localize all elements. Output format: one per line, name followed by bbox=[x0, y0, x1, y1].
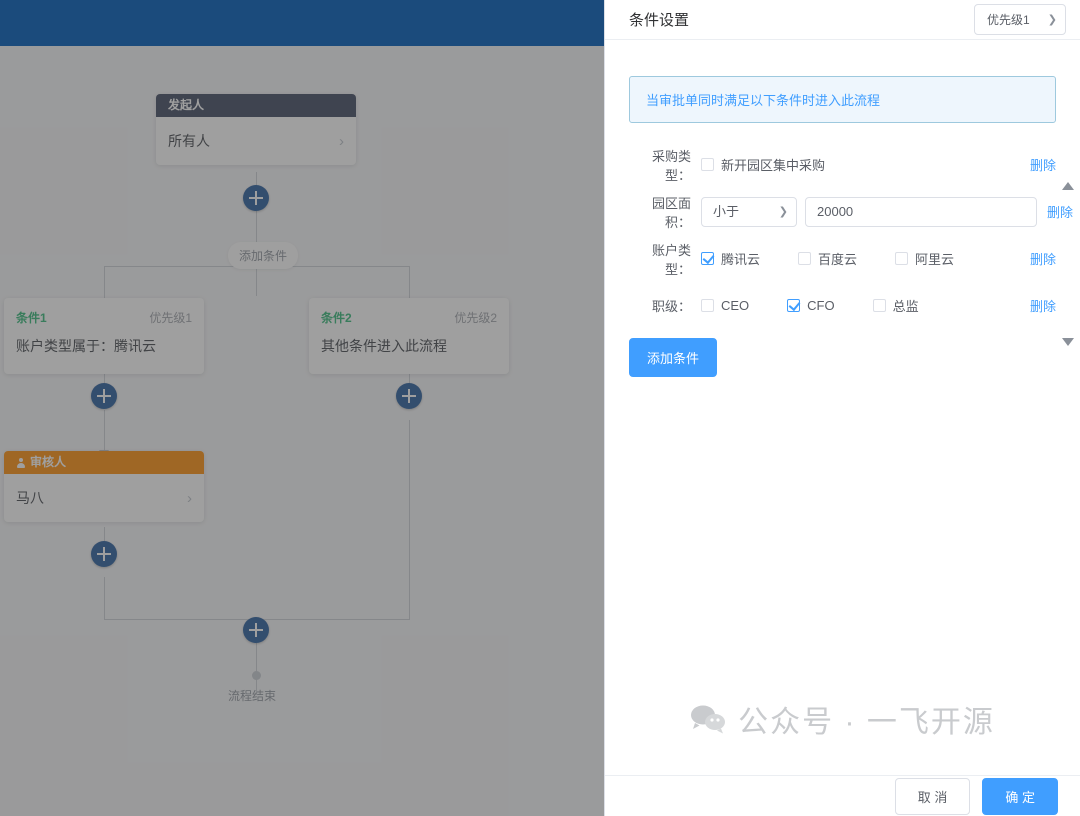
checkbox-item-baidu-cloud[interactable]: 百度云 bbox=[798, 249, 857, 268]
checkbox-label: 腾讯云 bbox=[721, 249, 760, 268]
checkbox-box[interactable] bbox=[787, 299, 800, 312]
drawer-title: 条件设置 bbox=[629, 9, 689, 30]
row-fields: 腾讯云 百度云 阿里云 bbox=[701, 249, 1020, 268]
checkbox-label: CEO bbox=[721, 298, 749, 313]
condition-row-job-level: 职级： CEO CFO 总监 bbox=[629, 282, 1056, 329]
drawer-footer: 取 消 确 定 bbox=[605, 775, 1080, 816]
checkbox-label: 总监 bbox=[893, 296, 919, 315]
delete-row-link[interactable]: 删除 bbox=[1030, 155, 1056, 174]
checkbox-item-new-park-purchase[interactable]: 新开园区集中采购 bbox=[701, 155, 825, 174]
checkbox-box[interactable] bbox=[701, 252, 714, 265]
drawer-header: 条件设置 优先级1 优先级2 ❯ bbox=[605, 0, 1080, 40]
flow-designer-area: 流程结束 发起人 所有人 › 添加条件 条件1 优先级1 账户类型属于：腾讯云 bbox=[0, 0, 604, 816]
checkbox-box[interactable] bbox=[701, 158, 714, 171]
confirm-button[interactable]: 确 定 bbox=[982, 778, 1058, 815]
condition-row-account-type: 账户类型： 腾讯云 百度云 阿里云 bbox=[629, 235, 1056, 282]
operator-select-wrapper[interactable]: 小于 大于 等于 ❯ bbox=[701, 197, 797, 227]
row-fields: 新开园区集中采购 bbox=[701, 155, 1020, 174]
checkbox-label: CFO bbox=[807, 298, 834, 313]
scroll-up-icon[interactable] bbox=[1062, 182, 1074, 190]
condition-row-park-area: 园区面积： 小于 大于 等于 ❯ 删除 bbox=[629, 188, 1056, 235]
checkbox-box[interactable] bbox=[701, 299, 714, 312]
scroll-down-icon[interactable] bbox=[1062, 338, 1074, 346]
checkbox-item-ceo[interactable]: CEO bbox=[701, 298, 749, 313]
checkbox-item-alibaba-cloud[interactable]: 阿里云 bbox=[895, 249, 954, 268]
row-label: 职级： bbox=[629, 296, 701, 315]
watermark-text: 公众号 · 一飞开源 bbox=[738, 697, 995, 741]
priority-select[interactable]: 优先级1 优先级2 bbox=[974, 4, 1066, 35]
app-root: 流程结束 发起人 所有人 › 添加条件 条件1 优先级1 账户类型属于：腾讯云 bbox=[0, 0, 1080, 816]
drawer-body: 当审批单同时满足以下条件时进入此流程 采购类型： 新开园区集中采购 删除 园 bbox=[605, 40, 1080, 775]
watermark: 公众号 · 一飞开源 bbox=[605, 697, 1080, 741]
checkbox-item-tencent-cloud[interactable]: 腾讯云 bbox=[701, 249, 760, 268]
app-top-bar bbox=[0, 0, 604, 46]
priority-select-wrapper[interactable]: 优先级1 优先级2 ❯ bbox=[974, 4, 1066, 35]
checkbox-box[interactable] bbox=[873, 299, 886, 312]
row-fields: CEO CFO 总监 bbox=[701, 296, 1020, 315]
checkbox-label: 阿里云 bbox=[915, 249, 954, 268]
operator-select[interactable]: 小于 大于 等于 bbox=[701, 197, 797, 227]
checkbox-item-cfo[interactable]: CFO bbox=[787, 298, 834, 313]
checkbox-box[interactable] bbox=[798, 252, 811, 265]
checkbox-box[interactable] bbox=[895, 252, 908, 265]
checkbox-label: 百度云 bbox=[818, 249, 857, 268]
checkbox-item-director[interactable]: 总监 bbox=[873, 296, 919, 315]
condition-tip-banner: 当审批单同时满足以下条件时进入此流程 bbox=[629, 76, 1056, 123]
wechat-icon bbox=[690, 704, 726, 734]
row-label: 采购类型： bbox=[629, 146, 701, 184]
row-label: 账户类型： bbox=[629, 240, 701, 278]
condition-row-purchase-type: 采购类型： 新开园区集中采购 删除 bbox=[629, 141, 1056, 188]
condition-rows-list: 采购类型： 新开园区集中采购 删除 园区面积： bbox=[605, 141, 1080, 329]
condition-settings-drawer: 条件设置 优先级1 优先级2 ❯ 当审批单同时满足以下条件时进入此流程 采购类型… bbox=[604, 0, 1080, 816]
row-fields: 小于 大于 等于 ❯ bbox=[701, 197, 1037, 227]
area-value-input[interactable] bbox=[805, 197, 1037, 227]
delete-row-link[interactable]: 删除 bbox=[1030, 296, 1056, 315]
modal-backdrop[interactable] bbox=[0, 46, 604, 816]
row-label: 园区面积： bbox=[629, 193, 701, 231]
checkbox-label: 新开园区集中采购 bbox=[721, 155, 825, 174]
list-scroll-arrows bbox=[1062, 182, 1076, 346]
delete-row-link[interactable]: 删除 bbox=[1030, 249, 1056, 268]
add-condition-button[interactable]: 添加条件 bbox=[629, 338, 717, 377]
cancel-button[interactable]: 取 消 bbox=[895, 778, 971, 815]
